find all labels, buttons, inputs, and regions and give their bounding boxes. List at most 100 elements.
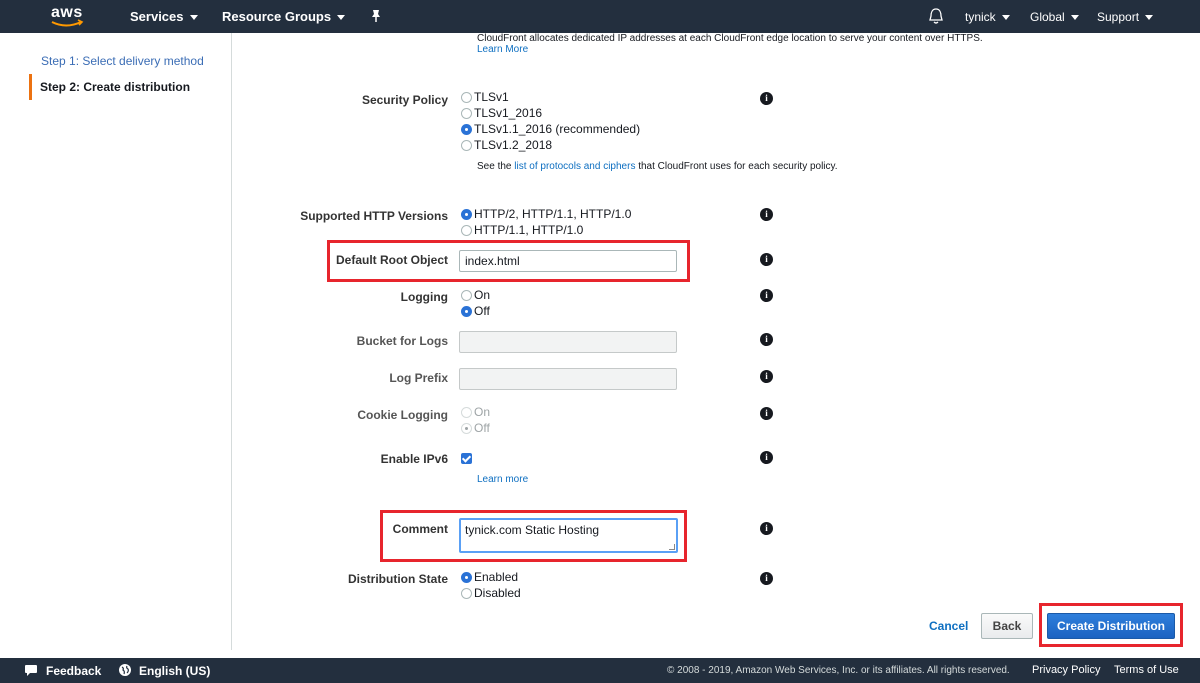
radio-tlsv1-1-2016[interactable]: TLSv1.1_2016 (recommended) <box>461 122 640 136</box>
support-label: Support <box>1097 10 1140 24</box>
radio-circle-selected <box>461 571 472 583</box>
radio-http1[interactable]: HTTP/1.1, HTTP/1.0 <box>461 223 583 237</box>
radio-circle <box>461 224 472 236</box>
speech-bubble-icon <box>25 665 37 676</box>
comment-textarea[interactable]: tynick.com Static Hosting <box>459 518 678 553</box>
radio-tlsv1-2016[interactable]: TLSv1_2016 <box>461 106 542 120</box>
bucket-for-logs-input[interactable] <box>459 331 677 353</box>
chevron-down-icon <box>1070 15 1079 21</box>
chevron-down-icon <box>1001 15 1010 21</box>
feedback-link[interactable]: Feedback <box>46 664 101 678</box>
chevron-down-icon <box>1145 15 1154 21</box>
security-policy-label: Security Policy <box>361 93 448 107</box>
services-label: Services <box>130 9 184 24</box>
http-versions-label: Supported HTTP Versions <box>300 209 448 223</box>
radio-circle <box>461 107 472 119</box>
protocols-ciphers-link[interactable]: list of protocols and ciphers <box>514 161 635 172</box>
radio-label: TLSv1.2_2018 <box>474 138 553 152</box>
radio-circle <box>461 139 472 151</box>
region-menu[interactable]: Global <box>1030 10 1079 24</box>
back-button[interactable]: Back <box>981 613 1033 639</box>
cancel-link[interactable]: Cancel <box>929 619 968 633</box>
step-2-current: Step 2: Create distribution <box>40 80 191 94</box>
privacy-policy-link[interactable]: Privacy Policy <box>1032 664 1100 676</box>
radio-circle <box>461 587 472 599</box>
chevron-down-icon <box>189 15 198 21</box>
radio-label: HTTP/2, HTTP/1.1, HTTP/1.0 <box>474 207 632 221</box>
radio-circle-selected <box>461 123 472 135</box>
radio-label: On <box>474 288 491 302</box>
services-menu[interactable]: Services <box>130 9 198 24</box>
globe-icon <box>119 664 131 676</box>
radio-circle-selected <box>461 208 472 220</box>
create-distribution-button[interactable]: Create Distribution <box>1047 613 1175 639</box>
radio-circle <box>461 406 472 418</box>
pin-icon[interactable] <box>369 9 383 23</box>
cloudfront-note: CloudFront allocates dedicated IP addres… <box>477 33 983 44</box>
info-icon[interactable]: i <box>760 289 773 302</box>
chevron-down-icon <box>337 15 346 21</box>
aws-smile-icon <box>51 19 84 27</box>
cookie-logging-label: Cookie Logging <box>357 408 448 422</box>
terms-of-use-link[interactable]: Terms of Use <box>1114 664 1179 676</box>
step-1-link[interactable]: Step 1: Select delivery method <box>41 54 204 68</box>
aws-logo[interactable]: aws <box>48 3 88 29</box>
top-nav: aws Services Resource Groups tynick Glob… <box>0 0 1200 33</box>
radio-tlsv1[interactable]: TLSv1 <box>461 90 509 104</box>
ipv6-learn-more-link[interactable]: Learn more <box>477 474 528 485</box>
user-menu[interactable]: tynick <box>965 10 1010 24</box>
enable-ipv6-label: Enable IPv6 <box>380 452 448 466</box>
radio-logging-on[interactable]: On <box>461 288 490 302</box>
language-selector[interactable]: English (US) <box>139 664 210 678</box>
distribution-state-label: Distribution State <box>347 572 448 586</box>
log-prefix-label: Log Prefix <box>389 371 448 385</box>
note-prefix: See the <box>477 161 512 172</box>
learn-more-link-top[interactable]: Learn More <box>477 44 528 55</box>
radio-tlsv1-2-2018[interactable]: TLSv1.2_2018 <box>461 138 552 152</box>
radio-circle <box>461 91 472 103</box>
comment-value: tynick.com Static Hosting <box>465 523 600 537</box>
radio-label: Enabled <box>474 570 519 584</box>
info-icon[interactable]: i <box>760 253 773 266</box>
log-prefix-input[interactable] <box>459 368 677 390</box>
support-menu[interactable]: Support <box>1097 10 1154 24</box>
comment-label: Comment <box>392 522 448 536</box>
radio-http2[interactable]: HTTP/2, HTTP/1.1, HTTP/1.0 <box>461 207 631 221</box>
radio-cookie-on[interactable]: On <box>461 405 490 419</box>
footer: Feedback English (US) © 2008 - 2019, Ama… <box>0 658 1200 683</box>
resize-grip-icon[interactable] <box>669 544 675 550</box>
default-root-object-input[interactable] <box>459 250 677 272</box>
logging-label: Logging <box>400 290 448 304</box>
info-icon[interactable]: i <box>760 333 773 346</box>
radio-label: TLSv1.1_2016 (recommended) <box>474 122 641 136</box>
radio-label: Off <box>474 304 490 318</box>
info-icon[interactable]: i <box>760 370 773 383</box>
security-policy-note: See the list of protocols and ciphers th… <box>477 161 838 172</box>
radio-circle <box>461 289 472 301</box>
info-icon[interactable]: i <box>760 92 773 105</box>
bucket-for-logs-label: Bucket for Logs <box>356 334 448 348</box>
info-icon[interactable]: i <box>760 572 773 585</box>
radio-circle-selected <box>461 305 472 317</box>
radio-label: Off <box>474 421 490 435</box>
radio-cookie-off[interactable]: Off <box>461 421 490 435</box>
info-icon[interactable]: i <box>760 451 773 464</box>
enable-ipv6-checkbox[interactable] <box>461 453 472 464</box>
radio-label: TLSv1 <box>474 90 509 104</box>
copyright-text: © 2008 - 2019, Amazon Web Services, Inc.… <box>667 665 1010 676</box>
radio-label: HTTP/1.1, HTTP/1.0 <box>474 223 584 237</box>
info-icon[interactable]: i <box>760 208 773 221</box>
bell-icon[interactable] <box>928 7 944 25</box>
note-suffix: that CloudFront uses for each security p… <box>638 161 838 172</box>
radio-disabled[interactable]: Disabled <box>461 586 521 600</box>
radio-enabled[interactable]: Enabled <box>461 570 518 584</box>
region-label: Global <box>1030 10 1065 24</box>
resource-groups-menu[interactable]: Resource Groups <box>222 9 346 24</box>
radio-label: Disabled <box>474 586 521 600</box>
default-root-object-label: Default Root Object <box>335 253 448 267</box>
radio-logging-off[interactable]: Off <box>461 304 490 318</box>
radio-label: On <box>474 405 491 419</box>
info-icon[interactable]: i <box>760 407 773 420</box>
resource-groups-label: Resource Groups <box>222 9 332 24</box>
info-icon[interactable]: i <box>760 522 773 535</box>
